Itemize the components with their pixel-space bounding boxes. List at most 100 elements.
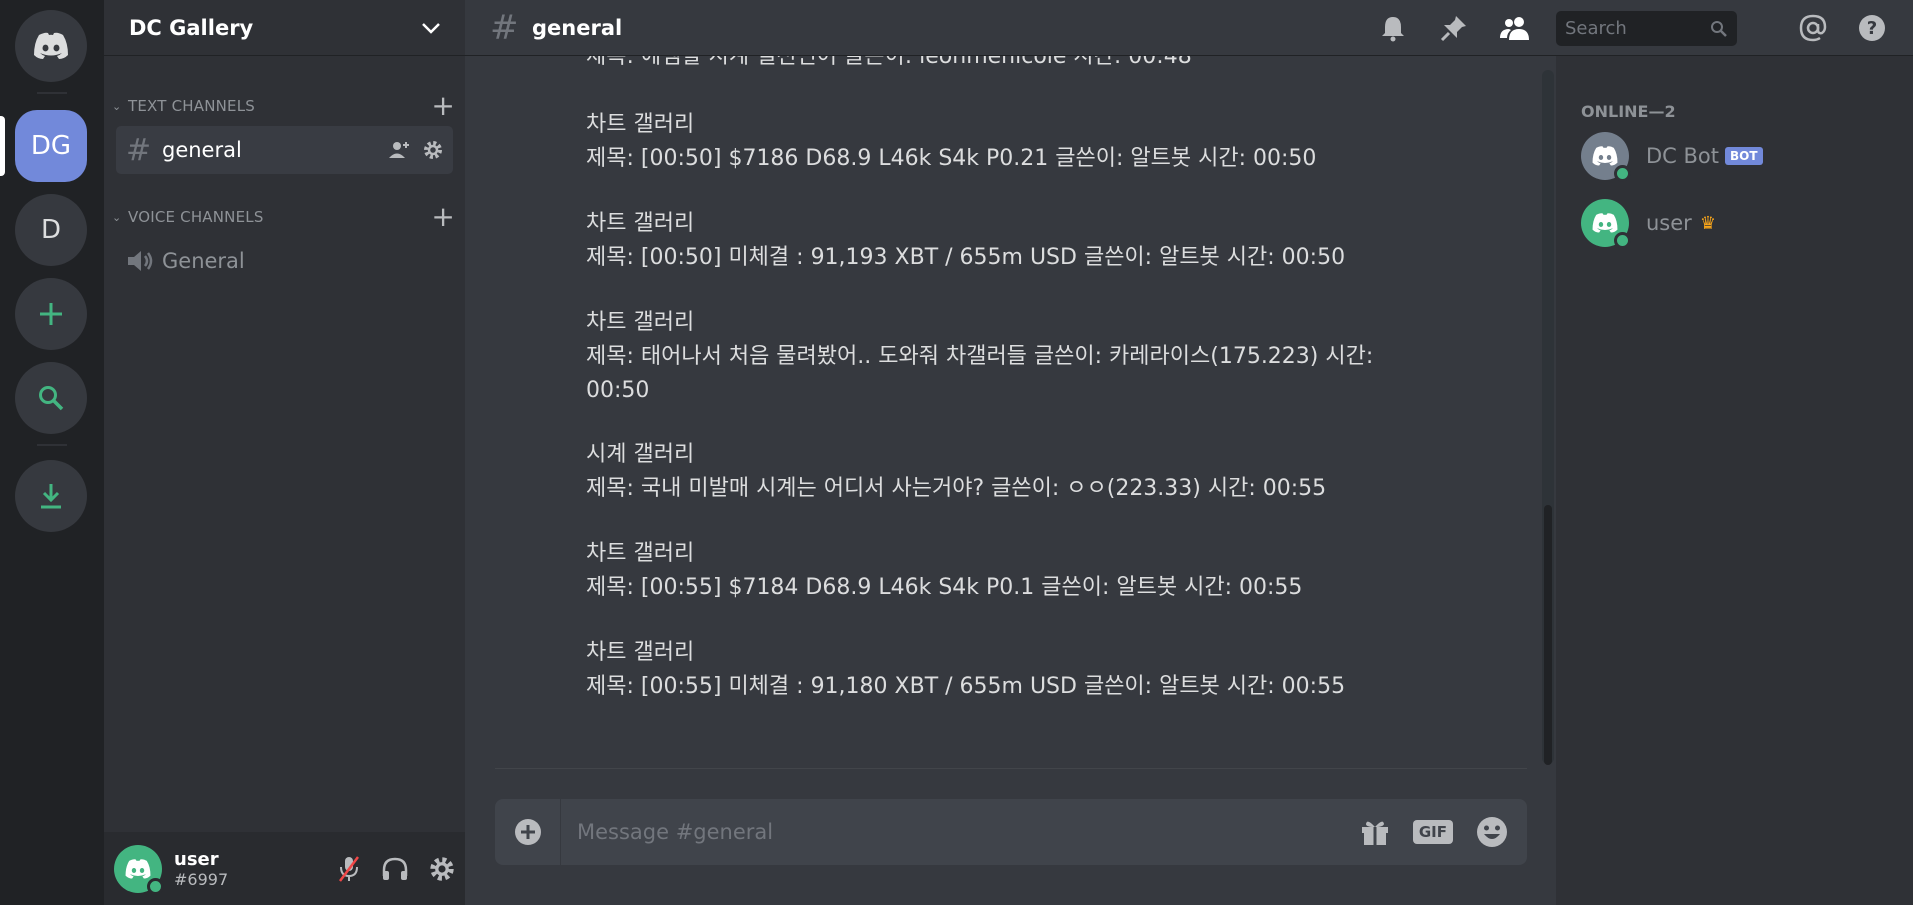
hash-icon: # <box>490 7 519 48</box>
message-text: 제목: 태어나서 처음 물려봤어.. 도와줘 차갤러들 글쓴이: 카레라이스(1… <box>586 344 1374 369</box>
plus-circle-icon <box>514 819 541 845</box>
member-group-heading: ONLINE—2 <box>1581 102 1676 121</box>
chevron-down-icon <box>422 22 440 34</box>
channel-title: general <box>532 15 623 40</box>
channel-general[interactable]: # general <box>116 126 453 174</box>
message-text: 제목: [00:50] 미체결 : 91,193 XBT / 655m USD … <box>586 245 1346 270</box>
help-icon[interactable]: ? <box>1857 0 1887 56</box>
server-label: DG <box>30 131 72 161</box>
mentions-icon[interactable] <box>1798 0 1828 56</box>
download-icon <box>41 484 61 509</box>
invite-icon[interactable] <box>389 140 411 160</box>
discord-logo-icon <box>1592 213 1618 233</box>
microphone-muted-icon[interactable] <box>337 855 361 883</box>
rail-separator <box>37 444 67 446</box>
message: 차트 갤러리 제목: 태어나서 처음 물려봤어.. 도와줘 차갤러들 글쓴이: … <box>586 306 1373 408</box>
category-label: TEXT CHANNELS <box>128 97 255 115</box>
message-gallery: 시계 갤러리 <box>586 442 695 467</box>
message-gallery: 차트 갤러리 <box>586 211 695 236</box>
headphones-icon[interactable] <box>381 856 409 882</box>
message-text: 제목: 에펨할 시계 필천번어 글쓴이: leonmenicole 시간: 00… <box>586 56 1192 69</box>
category-text-channels[interactable]: ⌄ TEXT CHANNELS + <box>112 92 455 120</box>
voice-channel-general[interactable]: General <box>116 237 453 285</box>
category-label: VOICE CHANNELS <box>128 208 264 226</box>
server-rail: DG D <box>0 0 104 905</box>
message: 시계 갤러리 제목: 국내 미발매 시계는 어디서 사는거야? 글쓴이: ㅇㅇ(… <box>586 438 1326 506</box>
home-button[interactable] <box>15 10 87 82</box>
message-list: 제목: 에펨할 시계 필천번어 글쓴이: leonmenicole 시간: 00… <box>465 56 1556 766</box>
message: 차트 갤러리 제목: [00:55] 미체결 : 91,180 XBT / 65… <box>586 636 1345 704</box>
avatar <box>1581 199 1631 249</box>
add-channel-icon[interactable]: + <box>431 92 455 120</box>
message-text: 00:50 <box>586 378 650 403</box>
message: 차트 갤러리 제목: [00:50] $7186 D68.9 L46k S4k … <box>586 108 1316 176</box>
search-icon <box>1711 20 1727 37</box>
message: 차트 갤러리 제목: [00:55] $7184 D68.9 L46k S4k … <box>586 537 1302 605</box>
rail-separator <box>37 92 67 94</box>
scrollbar-thumb[interactable] <box>1544 505 1552 765</box>
bot-badge: BOT <box>1725 147 1763 165</box>
channel-label: general <box>162 138 242 162</box>
member-name: user <box>1646 211 1692 235</box>
channel-header: # general Search ? <box>465 0 1913 56</box>
member-list-icon[interactable] <box>1499 0 1531 56</box>
gift-icon[interactable] <box>1359 816 1391 848</box>
discord-logo-icon <box>1592 146 1618 166</box>
message-text: 제목: [00:50] $7186 D68.9 L46k S4k P0.21 글… <box>586 146 1317 171</box>
member-name: DC Bot <box>1646 144 1719 168</box>
speaker-icon <box>128 251 153 271</box>
username: user <box>174 848 219 870</box>
message-gallery: 차트 갤러리 <box>586 640 695 665</box>
message-text: 제목: 국내 미발매 시계는 어디서 사는거야? 글쓴이: ㅇㅇ(223.33)… <box>586 476 1327 501</box>
svg-text:?: ? <box>1867 18 1877 39</box>
gear-icon[interactable] <box>429 856 455 882</box>
search-icon <box>39 386 64 411</box>
server-d[interactable]: D <box>15 194 87 266</box>
pin-icon[interactable] <box>1440 0 1468 56</box>
member-item[interactable]: DC Bot BOT <box>1581 132 1763 182</box>
divider <box>495 768 1527 769</box>
avatar[interactable] <box>114 844 164 895</box>
category-voice-channels[interactable]: ⌄ VOICE CHANNELS + <box>112 203 455 231</box>
server-label: D <box>40 215 62 245</box>
crown-icon: ♛ <box>1699 212 1716 234</box>
channel-sidebar: DC Gallery ⌄ TEXT CHANNELS + # general ⌄… <box>104 0 465 905</box>
search-placeholder: Search <box>1565 18 1627 39</box>
user-panel: user #6997 <box>104 832 465 905</box>
user-tag: #6997 <box>174 869 229 889</box>
server-dc-gallery[interactable]: DG <box>15 110 87 182</box>
notification-bell-icon[interactable] <box>1379 0 1407 56</box>
hash-icon: # <box>126 132 152 168</box>
guild-header[interactable]: DC Gallery <box>104 0 465 56</box>
online-status-icon <box>147 877 164 895</box>
gear-icon[interactable] <box>423 140 443 160</box>
plus-icon <box>40 303 62 325</box>
member-list: ONLINE—2 DC Bot BOT user ♛ <box>1556 56 1913 905</box>
download-apps-button[interactable] <box>15 460 87 532</box>
message-text: 제목: [00:55] $7184 D68.9 L46k S4k P0.1 글쓴… <box>586 575 1303 600</box>
message: 차트 갤러리 제목: [00:50] 미체결 : 91,193 XBT / 65… <box>586 207 1345 275</box>
message-composer: GIF <box>495 799 1527 865</box>
gif-button[interactable]: GIF <box>1412 820 1453 844</box>
message-gallery: 차트 갤러리 <box>586 310 695 335</box>
explore-servers-button[interactable] <box>15 362 87 434</box>
chevron-down-icon: ⌄ <box>112 99 122 113</box>
guild-name: DC Gallery <box>129 15 254 40</box>
member-item[interactable]: user ♛ <box>1581 199 1716 249</box>
upload-button[interactable] <box>495 799 561 865</box>
active-server-indicator <box>0 116 5 176</box>
online-status-icon <box>1614 165 1631 182</box>
message-text: 제목: [00:55] 미체결 : 91,180 XBT / 655m USD … <box>586 674 1346 699</box>
message-input[interactable] <box>575 819 1275 845</box>
add-channel-icon[interactable]: + <box>431 203 455 231</box>
search-input[interactable]: Search <box>1556 11 1737 46</box>
avatar <box>1581 132 1631 182</box>
emoji-icon[interactable] <box>1475 815 1509 849</box>
chevron-down-icon: ⌄ <box>112 210 122 224</box>
online-status-icon <box>1614 232 1631 249</box>
discord-logo-icon <box>125 858 151 879</box>
add-server-button[interactable] <box>15 278 87 350</box>
discord-logo-icon <box>34 32 68 59</box>
channel-label: General <box>162 249 245 273</box>
message-gallery: 차트 갤러리 <box>586 541 695 566</box>
